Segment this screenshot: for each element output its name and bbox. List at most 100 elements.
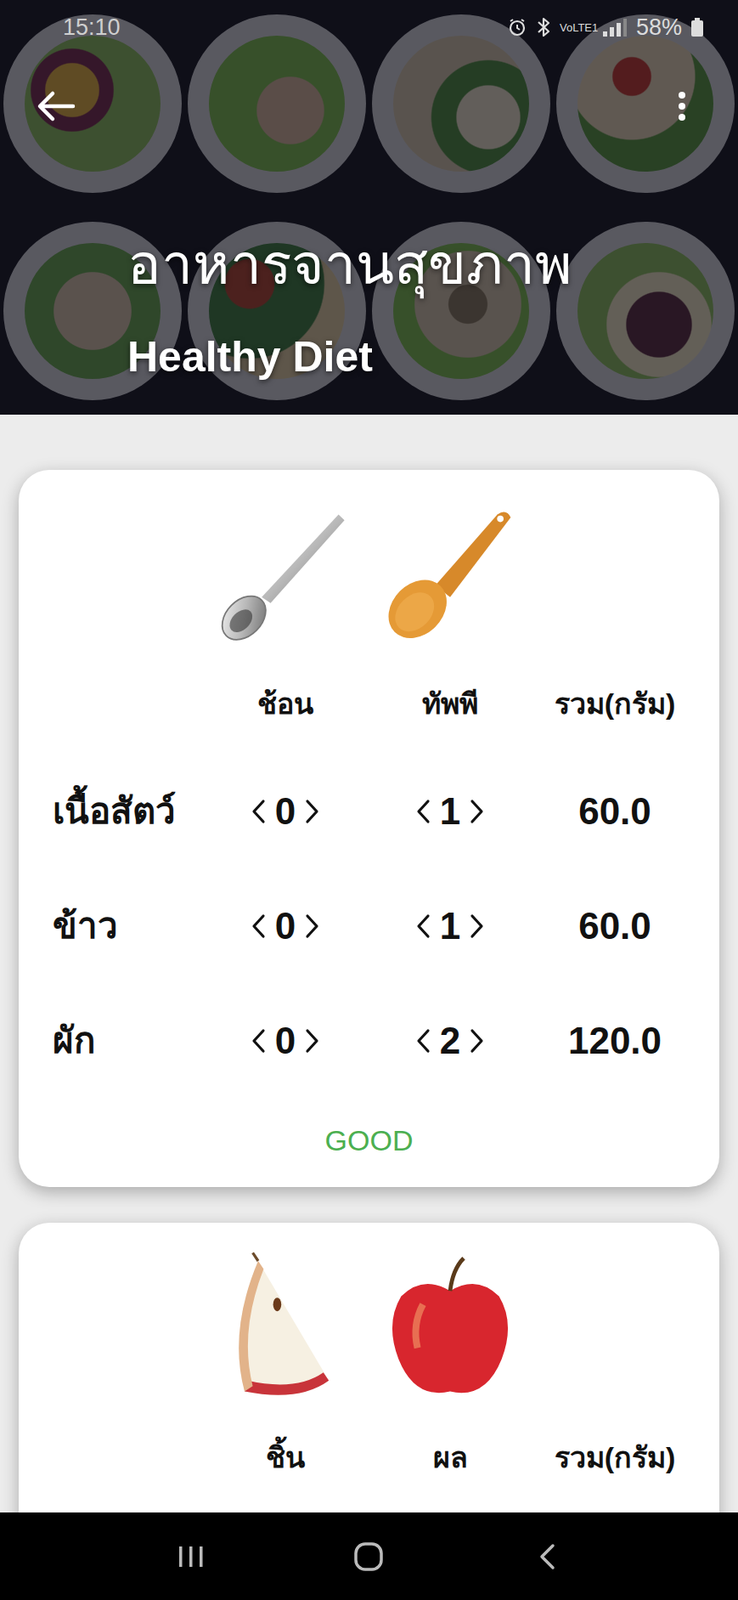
increase-chevron-icon[interactable]: [469, 1027, 485, 1054]
increase-chevron-icon[interactable]: [469, 798, 485, 824]
battery-level: 58%: [636, 10, 682, 46]
count-stepper: 0: [250, 897, 321, 954]
spacer: [52, 499, 201, 648]
recent-apps-icon[interactable]: [165, 1530, 217, 1582]
signal-icon: [602, 16, 628, 38]
total-cell: 60.0: [529, 753, 700, 868]
food-group-label: เนื้อสัตว์: [52, 783, 176, 838]
column-header: รวม(กรัม): [554, 681, 677, 726]
count-value: 0: [272, 1012, 299, 1069]
bluetooth-icon: [535, 16, 552, 39]
total-cell: 120.0: [529, 982, 700, 1098]
column-header: รวม(กรัม): [554, 1435, 677, 1479]
decrease-chevron-icon[interactable]: [250, 912, 266, 939]
page-title: อาหารจานสุขภาพ: [127, 230, 738, 299]
toolbar: [0, 54, 738, 158]
status-time: 15:10: [62, 10, 121, 46]
system-nav-bar: [0, 1511, 738, 1600]
portion-row: ข้าว 0 1 60.0: [52, 867, 720, 983]
home-icon[interactable]: [343, 1530, 395, 1582]
picture-cell: [370, 499, 530, 648]
column-header-cell: ช้อน: [200, 681, 371, 726]
fruit-card: ชิ้น ผล รวม(กรัม): [18, 1222, 720, 1512]
network-label: VoLTE1: [559, 22, 594, 34]
count-value: 1: [437, 897, 463, 954]
total-grams: 60.0: [578, 783, 652, 840]
count-stepper: 2: [415, 1012, 485, 1069]
total-grams: 120.0: [568, 1012, 662, 1069]
increase-chevron-icon[interactable]: [469, 912, 485, 939]
rice-ladle-icon: [376, 499, 524, 648]
picture-cell: [200, 499, 371, 648]
page-subtitle: Healthy Diet: [127, 331, 738, 383]
count-stepper: 0: [250, 783, 321, 840]
spacer: [52, 1249, 201, 1408]
picture-row: [52, 1249, 720, 1408]
spacer: [529, 499, 700, 648]
picture-cell: [370, 1249, 530, 1408]
column-header-cell: รวม(กรัม): [529, 1434, 700, 1479]
picture-cell: [200, 1249, 371, 1408]
row-label-cell: ข้าว: [52, 867, 201, 983]
total-cell: 60.0: [529, 867, 700, 983]
stepper-cell: 0: [200, 867, 371, 983]
row-label-cell: ผัก: [52, 982, 201, 1098]
column-header: ช้อน: [257, 681, 314, 726]
count-stepper: 0: [250, 1012, 321, 1069]
back-nav-icon[interactable]: [521, 1530, 573, 1582]
portion-row: เนื้อสัตว์ 0 1 60.0: [52, 753, 720, 868]
total-grams: 60.0: [578, 897, 652, 954]
increase-chevron-icon[interactable]: [304, 1027, 321, 1054]
increase-chevron-icon[interactable]: [304, 912, 321, 939]
decrease-chevron-icon[interactable]: [415, 912, 431, 939]
column-header: ทัพพี: [422, 681, 479, 726]
count-stepper: 1: [415, 783, 485, 840]
status-bar: 15:10 VoLTE1 58%: [0, 0, 738, 55]
column-headers: ชิ้น ผล รวม(กรัม): [52, 1434, 720, 1479]
stepper-cell: 1: [370, 867, 530, 983]
decrease-chevron-icon[interactable]: [250, 798, 266, 824]
count-value: 0: [272, 783, 299, 840]
count-value: 2: [437, 1012, 463, 1069]
food-group-label: ผัก: [52, 1013, 96, 1067]
count-stepper: 1: [415, 897, 485, 954]
stepper-cell: 1: [370, 753, 530, 868]
stepper-cell: 0: [200, 753, 371, 868]
spacer: [52, 681, 201, 726]
alarm-icon: [507, 16, 528, 38]
stepper-cell: 0: [200, 982, 371, 1098]
picture-row: [52, 499, 720, 648]
verdict-label: GOOD: [52, 1118, 720, 1162]
app-screen: 15:10 VoLTE1 58% อาหารจานสุขภาพ Healthy Diet…: [0, 0, 738, 1600]
column-header-cell: ชิ้น: [200, 1434, 371, 1479]
column-header-cell: ทัพพี: [370, 681, 530, 726]
decrease-chevron-icon[interactable]: [415, 798, 431, 824]
stepper-cell: 2: [370, 982, 530, 1098]
battery-icon: [690, 16, 705, 38]
portion-row: ผัก 0 2 120.0: [52, 982, 720, 1098]
spacer: [52, 1434, 201, 1479]
column-header-cell: รวม(กรัม): [529, 681, 700, 726]
header-banner: 15:10 VoLTE1 58% อาหารจานสุขภาพ Healthy Diet: [0, 0, 738, 415]
menu-dots-icon[interactable]: [656, 80, 708, 132]
spoon-icon: [211, 499, 360, 648]
count-value: 1: [437, 783, 463, 840]
column-header: ชิ้น: [265, 1435, 305, 1479]
row-label-cell: เนื้อสัตว์: [52, 753, 201, 868]
header-content: 15:10 VoLTE1 58% อาหารจานสุขภาพ Healthy Diet: [0, 0, 738, 383]
back-arrow-icon[interactable]: [30, 80, 82, 132]
column-header: ผล: [433, 1435, 468, 1479]
content-area: 15:10 VoLTE1 58% อาหารจานสุขภาพ Healthy Diet…: [0, 0, 738, 1512]
increase-chevron-icon[interactable]: [304, 798, 321, 824]
decrease-chevron-icon[interactable]: [250, 1027, 266, 1054]
apple-slice-icon: [217, 1249, 354, 1408]
food-group-label: ข้าว: [52, 898, 119, 953]
status-icons: VoLTE1 58%: [507, 10, 705, 46]
whole-apple-icon: [382, 1249, 519, 1408]
decrease-chevron-icon[interactable]: [415, 1027, 431, 1054]
portion-rows: เนื้อสัตว์ 0 1 60.0 ข้าว 0 1 60.0 ผัก 0 2 120.0: [52, 753, 720, 1098]
spacer: [529, 1249, 700, 1408]
count-value: 0: [272, 897, 299, 954]
column-headers: ช้อน ทัพพี รวม(กรัม): [52, 681, 720, 726]
column-header-cell: ผล: [370, 1434, 530, 1479]
